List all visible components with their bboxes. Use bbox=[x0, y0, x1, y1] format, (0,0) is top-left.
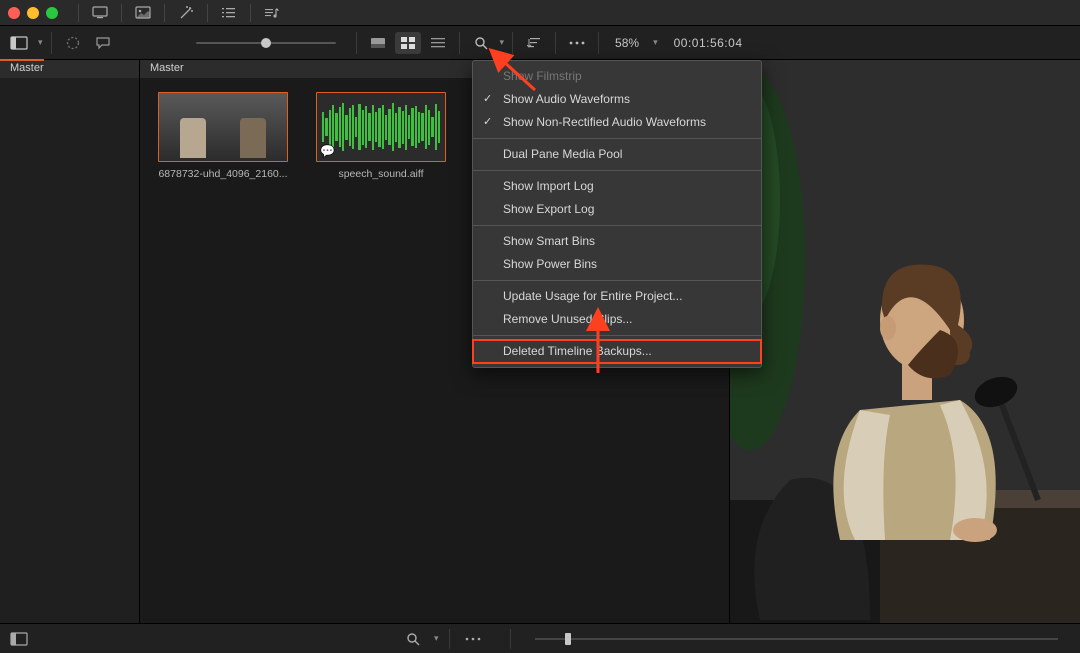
menu-item-label: Show Smart Bins bbox=[503, 234, 595, 248]
magic-wand-icon[interactable] bbox=[175, 4, 197, 22]
sidebar-header: Master bbox=[0, 60, 139, 78]
menu-item-label: Show Non-Rectified Audio Waveforms bbox=[503, 115, 706, 129]
menu-item[interactable]: Remove Unused Clips... bbox=[473, 308, 761, 331]
traffic-lights bbox=[8, 7, 58, 19]
clip-label: speech_sound.aiff bbox=[316, 168, 446, 180]
clip-item[interactable]: 💬 speech_sound.aiff bbox=[316, 92, 446, 180]
zoom-window-button[interactable] bbox=[46, 7, 58, 19]
menu-separator bbox=[473, 170, 761, 171]
window-titlebar bbox=[0, 0, 1080, 26]
more-options-icon[interactable] bbox=[460, 628, 486, 650]
chevron-down-icon[interactable]: ▾ bbox=[434, 633, 439, 644]
source-viewer[interactable] bbox=[730, 60, 1080, 623]
menu-item-label: Show Export Log bbox=[503, 202, 594, 216]
search-icon[interactable] bbox=[400, 628, 426, 650]
viewer-frame bbox=[730, 60, 1080, 623]
clip-thumbnail[interactable]: 💬 bbox=[316, 92, 446, 162]
menu-item[interactable]: ✓ Show Non-Rectified Audio Waveforms bbox=[473, 111, 761, 134]
menu-item[interactable]: Show Power Bins bbox=[473, 253, 761, 276]
viewer-scrub-bar[interactable] bbox=[535, 633, 1058, 645]
monitor-icon[interactable] bbox=[89, 4, 111, 22]
menu-item[interactable]: Show Smart Bins bbox=[473, 230, 761, 253]
transcription-icon: 💬 bbox=[320, 144, 335, 158]
menu-separator bbox=[473, 138, 761, 139]
annotation-arrow-top bbox=[485, 46, 545, 94]
menu-separator bbox=[473, 225, 761, 226]
bin-sidebar[interactable]: Master bbox=[0, 60, 140, 623]
picture-icon[interactable] bbox=[132, 4, 154, 22]
music-note-icon[interactable] bbox=[261, 4, 283, 22]
view-list-icon[interactable] bbox=[425, 32, 451, 54]
toolbar-separator bbox=[121, 4, 122, 22]
panel-layout-button[interactable] bbox=[6, 32, 32, 54]
toolbar-separator bbox=[78, 4, 79, 22]
chevron-down-icon[interactable]: ▾ bbox=[38, 37, 43, 48]
chevron-down-icon[interactable]: ▾ bbox=[653, 37, 658, 48]
menu-item[interactable]: Dual Pane Media Pool bbox=[473, 143, 761, 166]
comment-icon[interactable] bbox=[90, 32, 116, 54]
menu-item-label: Dual Pane Media Pool bbox=[503, 147, 622, 161]
menu-separator bbox=[473, 335, 761, 336]
menu-item[interactable]: Deleted Timeline Backups... bbox=[473, 340, 761, 363]
footer-bar: ▾ bbox=[0, 623, 1080, 653]
menu-item-label: Show Import Log bbox=[503, 179, 594, 193]
menu-separator bbox=[473, 280, 761, 281]
view-thumbnails-icon[interactable] bbox=[395, 32, 421, 54]
menu-item[interactable]: Update Usage for Entire Project... bbox=[473, 285, 761, 308]
menu-item-label: Update Usage for Entire Project... bbox=[503, 289, 682, 303]
more-options-icon[interactable] bbox=[564, 32, 590, 54]
panel-toggle-icon[interactable] bbox=[6, 628, 32, 650]
menu-item-label: Show Power Bins bbox=[503, 257, 597, 271]
close-window-button[interactable] bbox=[8, 7, 20, 19]
menu-item-label: Deleted Timeline Backups... bbox=[503, 344, 652, 358]
media-pool-options-menu: Show Filmstrip✓Show Audio Waveforms✓Show… bbox=[472, 60, 762, 368]
checkmark-icon: ✓ bbox=[483, 114, 492, 131]
viewer-timecode[interactable]: 00:01:56:04 bbox=[674, 36, 743, 50]
list-numbered-icon[interactable] bbox=[218, 4, 240, 22]
menu-item[interactable]: Show Export Log bbox=[473, 198, 761, 221]
clip-label: 6878732-uhd_4096_2160... bbox=[158, 168, 288, 180]
menu-item-label: Show Audio Waveforms bbox=[503, 92, 630, 106]
toolbar-separator bbox=[250, 4, 251, 22]
menu-item[interactable]: Show Import Log bbox=[473, 175, 761, 198]
color-icon[interactable] bbox=[60, 32, 86, 54]
thumbnail-size-slider[interactable] bbox=[196, 35, 336, 51]
active-indicator bbox=[0, 59, 44, 61]
clip-item[interactable]: 6878732-uhd_4096_2160... bbox=[158, 92, 288, 180]
viewer-zoom-value[interactable]: 58% bbox=[607, 36, 647, 50]
toolbar-separator bbox=[164, 4, 165, 22]
annotation-arrow-bottom bbox=[583, 307, 613, 377]
minimize-window-button[interactable] bbox=[27, 7, 39, 19]
clip-thumbnail[interactable] bbox=[158, 92, 288, 162]
toolbar-separator bbox=[207, 4, 208, 22]
view-card-icon[interactable] bbox=[365, 32, 391, 54]
